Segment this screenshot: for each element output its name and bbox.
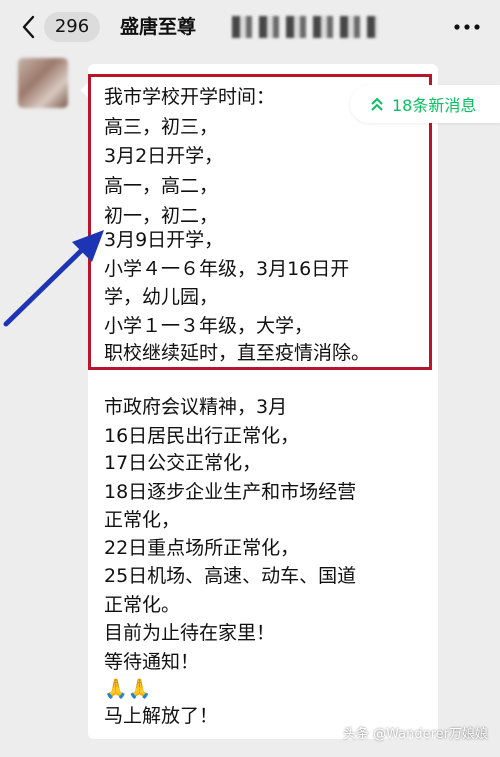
more-options-button[interactable] [452, 12, 482, 42]
message-line: 17日公交正常化， [104, 452, 262, 474]
message-line: 正常化。 [104, 594, 181, 616]
chat-header: 296 盛唐至尊 [0, 0, 500, 54]
message-line: 等待通知！ [104, 651, 200, 673]
message-line: 16日居民出行正常化， [104, 425, 300, 447]
sender-avatar[interactable] [18, 58, 68, 108]
message-line: 25日机场、高速、动车、国道 [104, 565, 357, 587]
redacted-title-mask [232, 16, 378, 38]
new-messages-button[interactable]: 18条新消息 [350, 85, 500, 123]
message-line: 18日逐步企业生产和市场经营 [104, 481, 357, 503]
message-line: 市政府会议精神，3月 [104, 396, 288, 418]
message-line: 目前为止待在家里！ [104, 622, 276, 644]
message-line: 正常化， [104, 509, 181, 531]
ellipsis-icon [454, 24, 480, 30]
watermark: 头条 @Wanderer万娘娘 [342, 727, 488, 742]
chat-title: 盛唐至尊 [120, 16, 197, 38]
message-line: 22日重点场所正常化， [104, 537, 300, 559]
chevron-left-icon [22, 15, 35, 39]
pray-emoji-line: 🙏🙏 [104, 678, 152, 700]
message-line: 马上解放了！ [104, 705, 219, 727]
new-messages-label: 18条新消息 [392, 96, 477, 115]
double-chevron-up-icon [370, 96, 384, 112]
unread-count-badge[interactable]: 296 [44, 12, 100, 42]
annotation-arrow-icon [3, 230, 104, 327]
back-button[interactable] [14, 12, 44, 42]
